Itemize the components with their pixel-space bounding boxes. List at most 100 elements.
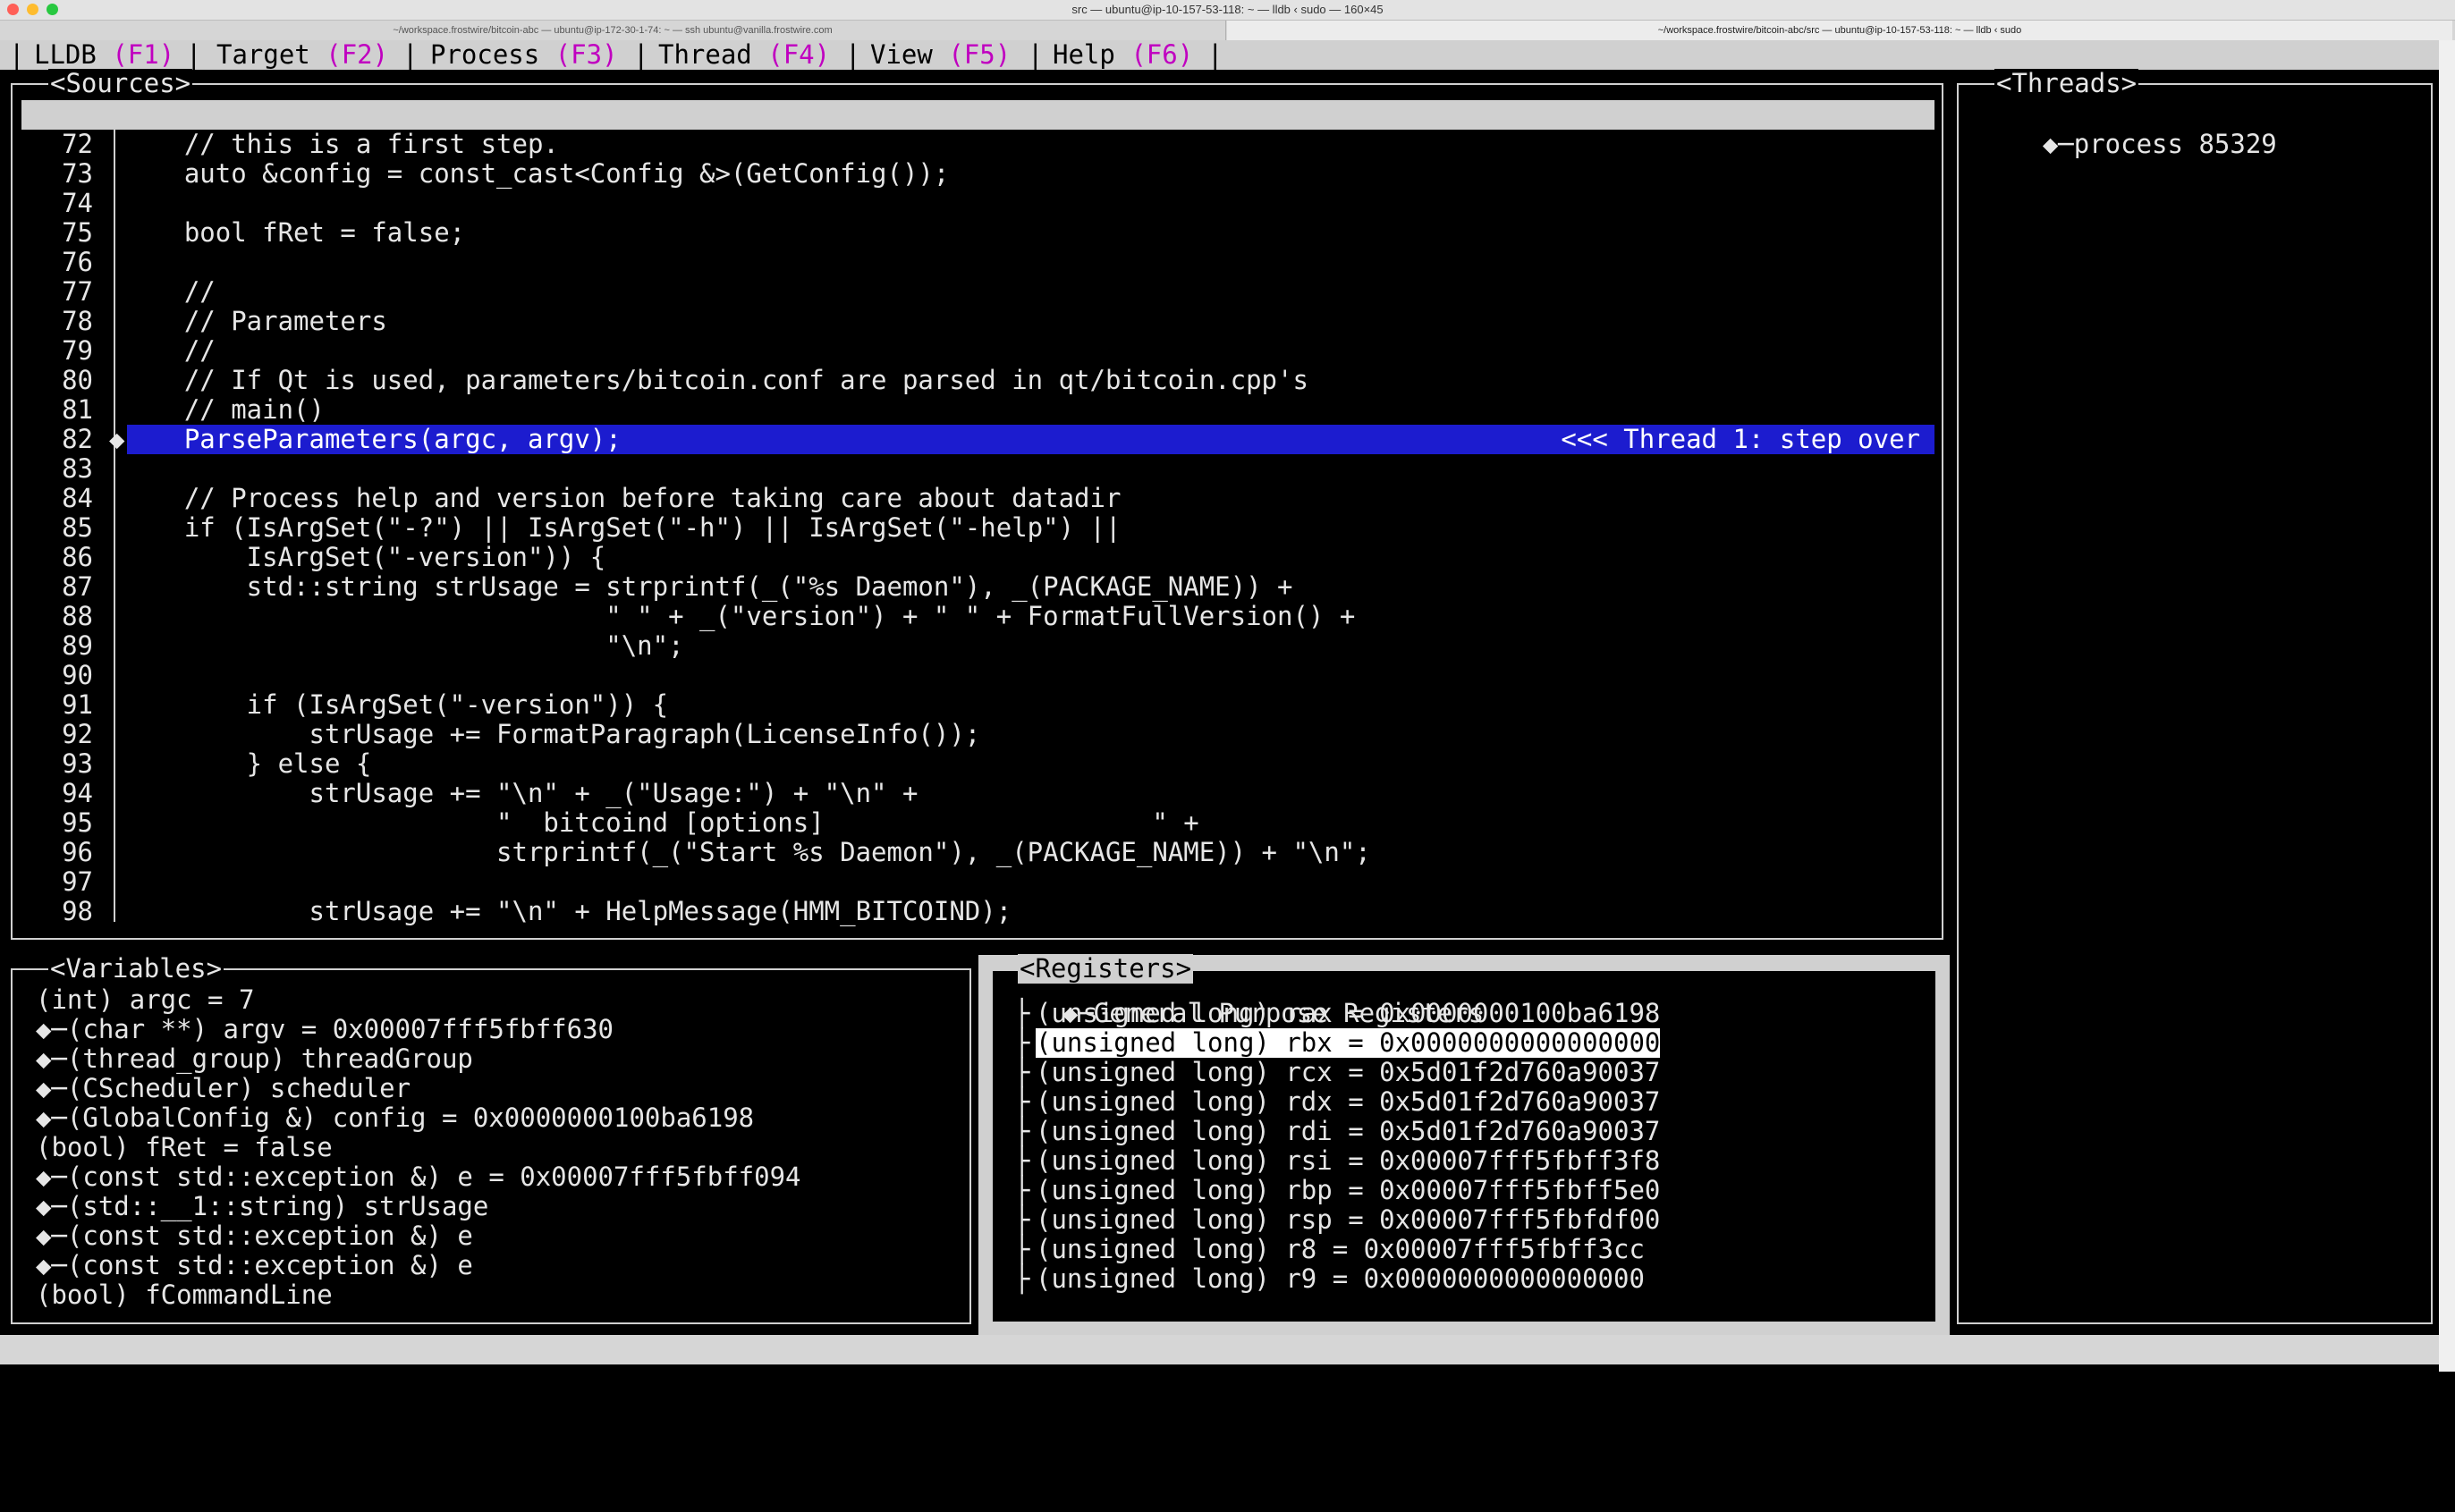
source-code-text: std::string strUsage = strprintf(_("%s D… (122, 571, 1293, 602)
source-line[interactable]: 76 (13, 248, 1942, 277)
source-line[interactable]: 94 strUsage += "\n" + _("Usage:") + "\n"… (13, 779, 1942, 808)
source-line[interactable]: 72 // this is a first step. (13, 130, 1942, 159)
source-code-text: // this is a first step. (122, 129, 559, 159)
source-code-text: bool fRet = false; (122, 217, 466, 248)
source-line[interactable]: 87 std::string strUsage = strprintf(_("%… (13, 572, 1942, 602)
line-number: 91 (62, 689, 93, 720)
lldb-status-bar: Process: 85329 stopped Thread: 0x2101d2 … (0, 1335, 2455, 1512)
menu-separator: | (1028, 39, 1044, 70)
source-code-text: "\n"; (122, 630, 684, 661)
source-code-text: if (IsArgSet("-version")) { (122, 689, 669, 720)
status-thread: Thread: 0x2101d2 (611, 1423, 861, 1453)
source-code-text: auto &config = const_cast<Config &>(GetC… (122, 158, 950, 189)
source-code-text: // (122, 335, 216, 366)
tree-branch-glyph: ├ (1014, 1263, 1030, 1294)
source-line[interactable]: 96 strprintf(_("Start %s Daemon"), _(PAC… (13, 838, 1942, 867)
menu-thread[interactable]: Thread (F4) (658, 40, 830, 70)
tree-branch-glyph: ├ (1014, 1204, 1030, 1235)
menu-separator: | (1207, 39, 1223, 70)
line-number: 98 (62, 896, 93, 926)
register-value: (unsigned long) r8 = 0x00007fff5fbff3cc (1036, 1234, 1645, 1264)
variable-item[interactable]: ◆─(CScheduler) scheduler (36, 1074, 969, 1103)
source-line[interactable]: 89 "\n"; (13, 631, 1942, 661)
line-number: 73 (62, 158, 93, 189)
status-frame: Frame: 0 (896, 1452, 1053, 1482)
line-number: 86 (62, 542, 93, 572)
line-number: 75 (62, 217, 93, 248)
variables-window-title: <Variables> (48, 953, 224, 984)
variable-item[interactable]: ◆─(const std::exception &) e = 0x00007ff… (36, 1162, 969, 1192)
source-line[interactable]: 98 strUsage += "\n" + HelpMessage(HMM_BI… (13, 897, 1942, 926)
variable-item[interactable]: (bool) fRet = false (36, 1133, 969, 1162)
source-code-text: IsArgSet("-version")) { (122, 542, 606, 572)
thread-tree-item[interactable]: ◆─process 85329 (1980, 100, 2431, 159)
variable-item[interactable]: ◆─(std::__1::string) strUsage (36, 1192, 969, 1221)
tree-branch-glyph: ├ (1014, 1234, 1030, 1264)
line-number: 77 (62, 276, 93, 307)
variable-item[interactable]: ◆─(char **) argv = 0x00007fff5fbff630 (36, 1015, 969, 1044)
line-number: 79 (62, 335, 93, 366)
menu-separator: | (186, 39, 202, 70)
tree-branch-glyph: ├ (1014, 1145, 1030, 1176)
tree-branch-glyph: ├ (1014, 1027, 1030, 1058)
source-line[interactable]: 81 // main() (13, 395, 1942, 425)
terminal-scrollbar[interactable] (2439, 40, 2455, 1372)
menu-separator: | (9, 39, 25, 70)
variable-item[interactable]: (int) argc = 7 (36, 985, 969, 1015)
menu-view[interactable]: View (F5) (870, 40, 1011, 70)
tree-branch-glyph: ├ (1014, 1116, 1030, 1146)
register-group-header[interactable]: ◆─General Purpose Registers (1000, 969, 1935, 1028)
source-line[interactable]: 88 " " + _("version") + " " + FormatFull… (13, 602, 1942, 631)
source-line[interactable]: 75 bool fRet = false; (13, 218, 1942, 248)
source-line[interactable]: 91 if (IsArgSet("-version")) { (13, 690, 1942, 720)
source-code-text: } else { (122, 748, 372, 779)
source-code-text: if (IsArgSet("-?") || IsArgSet("-h") || … (122, 512, 1122, 543)
source-line[interactable]: 86 IsArgSet("-version")) { (13, 543, 1942, 572)
source-line[interactable]: 78 // Parameters (13, 307, 1942, 336)
register-value: (unsigned long) rcx = 0x5d01f2d760a90037 (1036, 1057, 1661, 1087)
source-line[interactable]: 85 if (IsArgSet("-?") || IsArgSet("-h") … (13, 513, 1942, 543)
source-line[interactable]: 84 // Process help and version before ta… (13, 484, 1942, 513)
variable-item[interactable]: (bool) fCommandLine (36, 1280, 969, 1310)
source-line[interactable]: 74 (13, 189, 1942, 218)
registers-window[interactable]: <Registers> ◆─General Purpose Registers … (978, 954, 1950, 1336)
threads-window[interactable]: <Threads> ◆─process 85329 (1957, 69, 2433, 1324)
register-value: (unsigned long) rsp = 0x00007fff5fbfdf00 (1036, 1204, 1661, 1235)
register-item-selected: (unsigned long) rbx = 0x0000000000000000 (1036, 1027, 1661, 1058)
source-line[interactable]: 97 (13, 867, 1942, 897)
source-line[interactable]: 80 // If Qt is used, parameters/bitcoin.… (13, 366, 1942, 395)
line-number: 72 (62, 129, 93, 159)
line-number: 78 (62, 306, 93, 336)
terminal-tab-lldb[interactable]: ~/workspace.frostwire/bitcoin-abc/src — … (1227, 21, 2452, 40)
variable-item[interactable]: ◆─(const std::exception &) e (36, 1221, 969, 1251)
source-line[interactable]: 79 // (13, 336, 1942, 366)
source-line[interactable]: 95 " bitcoind [options] " + (13, 808, 1942, 838)
terminal-tab-ssh[interactable]: ~/workspace.frostwire/bitcoin-abc — ubun… (0, 21, 1226, 40)
source-line[interactable]: 90 (13, 661, 1942, 690)
sources-window[interactable]: <Sources> bitcoind`AppInit(int, char**) … (11, 69, 1943, 940)
variable-item[interactable]: ◆─(GlobalConfig &) config = 0x0000000100… (36, 1103, 969, 1133)
source-line[interactable]: 73 auto &config = const_cast<Config &>(G… (13, 159, 1942, 189)
source-line[interactable]: 77 // (13, 277, 1942, 307)
source-line-current[interactable]: 82 ◆ ParseParameters(argc, argv); <<< Thre… (13, 425, 1942, 454)
menu-process[interactable]: Process (F3) (430, 40, 618, 70)
variable-item[interactable]: ◆─(thread_group) threadGroup (36, 1044, 969, 1074)
line-number: 81 (62, 394, 93, 425)
source-line[interactable]: 83 (13, 454, 1942, 484)
register-value: (unsigned long) rax = 0x0000000100ba6198 (1036, 998, 1661, 1028)
line-number: 90 (62, 660, 93, 690)
thread-stop-note: <<< Thread 1: step over (1561, 424, 1920, 454)
source-line[interactable]: 93 } else { (13, 749, 1942, 779)
source-line[interactable]: 92 strUsage += FormatParagraph(LicenseIn… (13, 720, 1942, 749)
menu-lldb[interactable]: LLDB (F1) (34, 40, 174, 70)
register-value: (unsigned long) r9 = 0x0000000000000000 (1036, 1263, 1645, 1294)
menu-help[interactable]: Help (F6) (1053, 40, 1193, 70)
source-code-text: strUsage += "\n" + HelpMessage(HMM_BITCO… (122, 896, 1012, 926)
variable-item[interactable]: ◆─(const std::exception &) e (36, 1251, 969, 1280)
source-code-text: // Process help and version before takin… (122, 483, 1122, 513)
source-code-text: // main() (122, 394, 325, 425)
menu-target[interactable]: Target (F2) (216, 40, 388, 70)
variables-window[interactable]: <Variables> (int) argc = 7 ◆─(char **) ar… (11, 954, 971, 1324)
register-value: (unsigned long) rbp = 0x00007fff5fbff5e0 (1036, 1175, 1661, 1205)
status-process: Process: 85329 (5, 1364, 224, 1394)
